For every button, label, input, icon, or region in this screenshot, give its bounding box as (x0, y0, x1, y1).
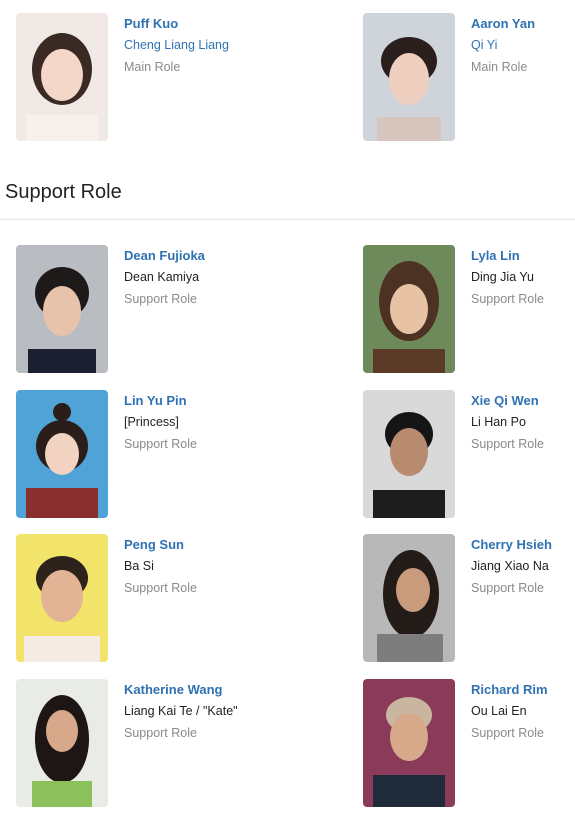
actor-name[interactable]: Lyla Lin (471, 248, 520, 263)
actor-name[interactable]: Xie Qi Wen (471, 393, 539, 408)
cast-card: Katherine Wang Liang Kai Te / "Kate" Sup… (16, 679, 296, 809)
actor-name[interactable]: Katherine Wang (124, 682, 222, 697)
actor-photo[interactable] (363, 534, 455, 662)
cast-card: Richard Rim Ou Lai En Support Role (363, 679, 575, 809)
character-name: Ding Jia Yu (471, 270, 535, 284)
role-type: Support Role (124, 437, 197, 451)
cast-card: Puff Kuo Cheng Liang Liang Main Role (16, 13, 296, 143)
role-type: Main Role (124, 60, 181, 74)
actor-name[interactable]: Cherry Hsieh (471, 537, 552, 552)
actor-name[interactable]: Peng Sun (124, 537, 184, 552)
cast-card: Aaron Yan Qi Yi Main Role (363, 13, 575, 143)
actor-photo[interactable] (16, 534, 108, 662)
actor-photo[interactable] (16, 679, 108, 807)
actor-photo[interactable] (16, 390, 108, 518)
role-type: Support Role (124, 726, 197, 740)
actor-name[interactable]: Dean Fujioka (124, 248, 205, 263)
actor-photo[interactable] (16, 245, 108, 373)
character-name[interactable]: Qi Yi (471, 38, 497, 52)
cast-card: Peng Sun Ba Si Support Role (16, 534, 296, 664)
role-type: Support Role (471, 581, 544, 595)
character-name: Dean Kamiya (124, 270, 200, 284)
actor-photo[interactable] (363, 679, 455, 807)
actor-photo[interactable] (363, 245, 455, 373)
role-type: Main Role (471, 60, 528, 74)
role-type: Support Role (471, 437, 544, 451)
cast-card: Dean Fujioka Dean Kamiya Support Role (16, 245, 296, 375)
character-name: [Princess] (124, 415, 179, 429)
role-type: Support Role (471, 726, 544, 740)
actor-name[interactable]: Aaron Yan (471, 16, 535, 31)
character-name: Ba Si (124, 559, 154, 573)
character-name: Li Han Po (471, 415, 526, 429)
actor-name[interactable]: Richard Rim (471, 682, 548, 697)
character-name: Liang Kai Te / "Kate" (124, 704, 238, 718)
character-name[interactable]: Cheng Liang Liang (124, 38, 229, 52)
character-name: Ou Lai En (471, 704, 527, 718)
cast-card: Lyla Lin Ding Jia Yu Support Role (363, 245, 575, 375)
character-name: Jiang Xiao Na (471, 559, 549, 573)
actor-photo[interactable] (363, 390, 455, 518)
section-heading: Support Role (5, 181, 122, 203)
cast-card: Xie Qi Wen Li Han Po Support Role (363, 390, 575, 520)
role-type: Support Role (471, 292, 544, 306)
actor-name[interactable]: Puff Kuo (124, 16, 178, 31)
role-type: Support Role (124, 581, 197, 595)
divider (0, 219, 575, 220)
actor-photo[interactable] (363, 13, 455, 141)
role-type: Support Role (124, 292, 197, 306)
cast-card: Lin Yu Pin [Princess] Support Role (16, 390, 296, 520)
actor-name[interactable]: Lin Yu Pin (124, 393, 187, 408)
cast-card: Cherry Hsieh Jiang Xiao Na Support Role (363, 534, 575, 664)
actor-photo[interactable] (16, 13, 108, 141)
